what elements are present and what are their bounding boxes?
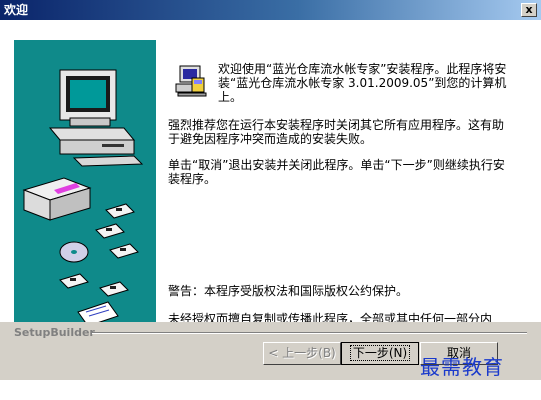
- window-title: 欢迎: [4, 3, 29, 17]
- intro-text: 欢迎使用“蓝光仓库流水帐专家”安装程序。此程序将安装“蓝光仓库流水帐专家 3.0…: [218, 62, 507, 104]
- next-button-label: 下一步(N): [349, 345, 411, 361]
- installer-icon: [175, 65, 207, 97]
- instructions-text: 单击“取消”退出安装并关闭此程序。单击“下一步”则继续执行安装程序。: [168, 158, 505, 186]
- setup-illustration: [14, 40, 156, 340]
- computer-and-disks-icon: [14, 40, 156, 340]
- close-button[interactable]: x: [521, 3, 537, 17]
- footer-divider: [92, 332, 527, 334]
- next-button[interactable]: 下一步(N): [341, 342, 419, 365]
- recommend-text: 强烈推荐您在运行本安装程序时关闭其它所有应用程序。这有助于避免因程序冲突而造成的…: [168, 118, 505, 146]
- close-icon: x: [525, 3, 533, 16]
- setupbuilder-label: SetupBuilder: [14, 326, 95, 339]
- installer-window: 欢迎 x 欢迎使用“蓝光仓库流水帐专家”安装程序。此程序将安装“蓝光仓库流水帐专…: [0, 0, 541, 400]
- title-bar[interactable]: 欢迎 x: [0, 0, 541, 20]
- watermark-text: 最需教育: [420, 355, 504, 379]
- back-button[interactable]: < 上一步(B): [263, 342, 341, 365]
- copyright-warning: 警告：本程序受版权法和国际版权公约保护。: [168, 284, 409, 298]
